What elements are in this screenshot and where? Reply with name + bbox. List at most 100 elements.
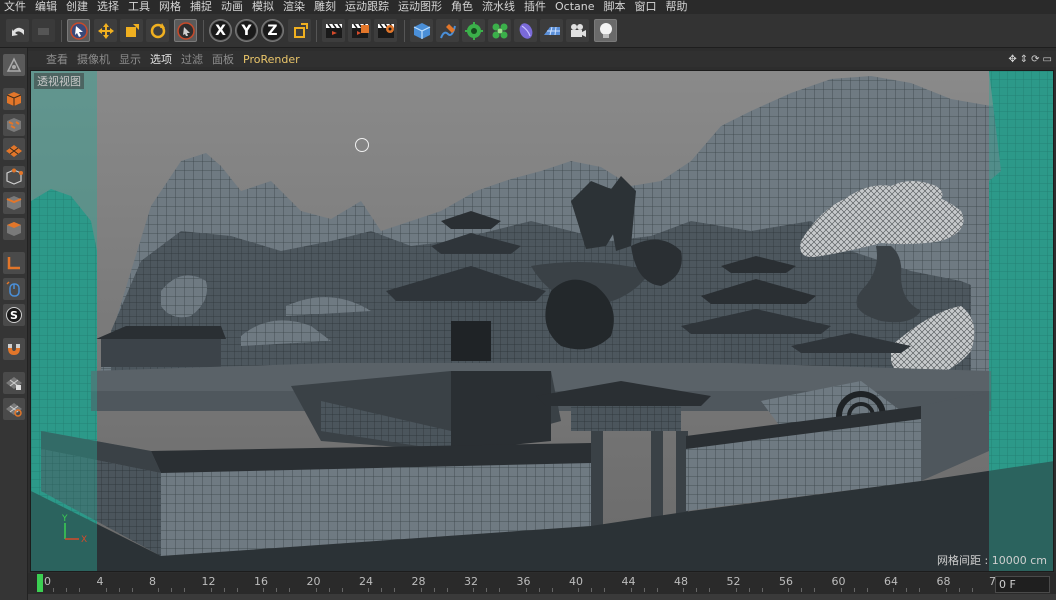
polygons-mode-button[interactable] <box>3 218 25 240</box>
add-floor-button[interactable] <box>540 19 563 42</box>
menu-item[interactable]: 流水线 <box>482 0 515 14</box>
redo-button[interactable] <box>32 19 55 42</box>
move-icon <box>97 22 114 39</box>
lock-workplane-button[interactable] <box>3 372 25 394</box>
undo-button[interactable] <box>6 19 29 42</box>
timeline-ruler[interactable]: 04812162024283236404448525660646872 <box>28 573 1003 593</box>
scale-icon <box>125 23 139 37</box>
add-camera-button[interactable] <box>566 19 589 42</box>
timeline-minor-tick <box>158 588 160 592</box>
rotate-tool-button[interactable] <box>146 19 169 42</box>
model-mode-button[interactable] <box>3 88 25 110</box>
add-deformer-button[interactable] <box>514 19 537 42</box>
timeline-minor-tick <box>538 588 540 592</box>
coordinate-system-icon <box>293 22 308 38</box>
render-settings-button[interactable] <box>374 19 397 42</box>
viewport-menu-item[interactable]: ProRender <box>243 53 300 66</box>
timeline-tick-label: 52 <box>726 575 741 588</box>
axis-x-toggle[interactable]: X <box>209 19 232 42</box>
viewport-menu-item[interactable]: 过滤 <box>181 51 203 67</box>
menu-item[interactable]: 角色 <box>451 0 473 14</box>
planar-workplane-button[interactable] <box>3 398 25 420</box>
pan-icon[interactable]: ✥ <box>1008 54 1016 65</box>
render-view-button[interactable] <box>322 19 345 42</box>
timeline-minor-tick <box>263 588 265 592</box>
cloner-icon <box>492 23 507 38</box>
gizmo-x-label: X <box>81 535 87 545</box>
scene-render[interactable]: Y X <box>31 71 1054 572</box>
timeline-minor-tick <box>446 588 448 592</box>
playhead[interactable] <box>37 574 43 592</box>
rotate-view-icon[interactable]: ⟳ <box>1031 54 1039 65</box>
menu-item[interactable]: Octane <box>555 0 595 14</box>
add-generator-button[interactable] <box>462 19 485 42</box>
move-tool-button[interactable] <box>94 19 117 42</box>
timeline-minor-tick <box>66 588 68 592</box>
menu-item[interactable]: 工具 <box>128 0 150 14</box>
select-tool-button[interactable] <box>67 19 90 42</box>
maximize-view-icon[interactable]: ▭ <box>1043 54 1052 65</box>
coordinate-system-button[interactable] <box>288 19 311 42</box>
scale-tool-button[interactable] <box>120 19 143 42</box>
timeline-minor-tick <box>683 588 685 592</box>
menu-item[interactable]: 捕捉 <box>190 0 212 14</box>
timeline[interactable]: 04812162024283236404448525660646872 0 F <box>28 573 1056 600</box>
viewport-menu-item[interactable]: 查看 <box>46 51 68 67</box>
viewport-menu-item[interactable]: 面板 <box>212 51 234 67</box>
axis-z-toggle[interactable]: Z <box>261 19 284 42</box>
menu-item[interactable]: 文件 <box>4 0 26 14</box>
menu-item[interactable]: 雕刻 <box>314 0 336 14</box>
menu-item[interactable]: 插件 <box>524 0 546 14</box>
edges-mode-button[interactable] <box>3 192 25 214</box>
timeline-minor-tick <box>473 588 475 592</box>
add-light-button[interactable] <box>594 19 617 42</box>
solo-mode-button[interactable]: S <box>3 304 25 326</box>
timeline-scrollbar[interactable] <box>28 594 1056 600</box>
redo-icon <box>37 27 49 35</box>
texture-cube-icon <box>7 118 21 132</box>
menu-item[interactable]: 运动跟踪 <box>345 0 389 14</box>
timeline-minor-tick <box>171 588 173 592</box>
timeline-minor-tick <box>814 588 816 592</box>
render-to-picture-viewer-button[interactable] <box>348 19 371 42</box>
viewport-menu-item[interactable]: 显示 <box>119 51 141 67</box>
timeline-minor-tick <box>735 588 737 592</box>
menu-item[interactable]: 模拟 <box>252 0 274 14</box>
snap-button[interactable] <box>3 338 25 360</box>
workplane-mode-button[interactable] <box>3 138 25 160</box>
current-frame-field[interactable]: 0 F <box>995 576 1050 593</box>
timeline-tick-label: 20 <box>306 575 321 588</box>
axis-mode-button[interactable] <box>3 252 25 274</box>
menu-item[interactable]: 网格 <box>159 0 181 14</box>
menu-item[interactable]: 渲染 <box>283 0 305 14</box>
texture-mode-button[interactable] <box>3 114 25 136</box>
menu-item[interactable]: 动画 <box>221 0 243 14</box>
timeline-minor-tick <box>341 588 343 592</box>
grid-sync-icon <box>6 403 22 417</box>
timeline-minor-tick <box>236 588 238 592</box>
tweak-mode-button[interactable] <box>3 278 25 300</box>
timeline-tick-label: 4 <box>96 575 104 588</box>
deformer-icon <box>519 22 532 39</box>
live-select-icon <box>176 21 195 40</box>
viewport-menu-item[interactable]: 摄像机 <box>77 51 110 67</box>
add-cube-button[interactable] <box>410 19 433 42</box>
menu-item[interactable]: 运动图形 <box>398 0 442 14</box>
add-spline-pen-button[interactable] <box>436 19 459 42</box>
axis-y-label: Y <box>237 21 256 40</box>
add-mograph-button[interactable] <box>488 19 511 42</box>
axis-y-toggle[interactable]: Y <box>235 19 258 42</box>
points-mode-button[interactable] <box>3 166 25 188</box>
menu-item[interactable]: 脚本 <box>604 0 626 14</box>
palette-header[interactable] <box>3 54 25 76</box>
timeline-minor-tick <box>499 588 501 592</box>
menu-item[interactable]: 窗口 <box>635 0 657 14</box>
menu-item[interactable]: 编辑 <box>35 0 57 14</box>
zoom-icon[interactable]: ⇕ <box>1020 54 1028 65</box>
viewport-menu-item[interactable]: 选项 <box>150 51 172 67</box>
perspective-viewport[interactable]: Y X 透视视图 网格间距 : 10000 cm <box>30 70 1054 572</box>
menu-item[interactable]: 创建 <box>66 0 88 14</box>
menu-item[interactable]: 选择 <box>97 0 119 14</box>
live-select-button[interactable] <box>174 19 197 42</box>
menu-item[interactable]: 帮助 <box>666 0 688 14</box>
